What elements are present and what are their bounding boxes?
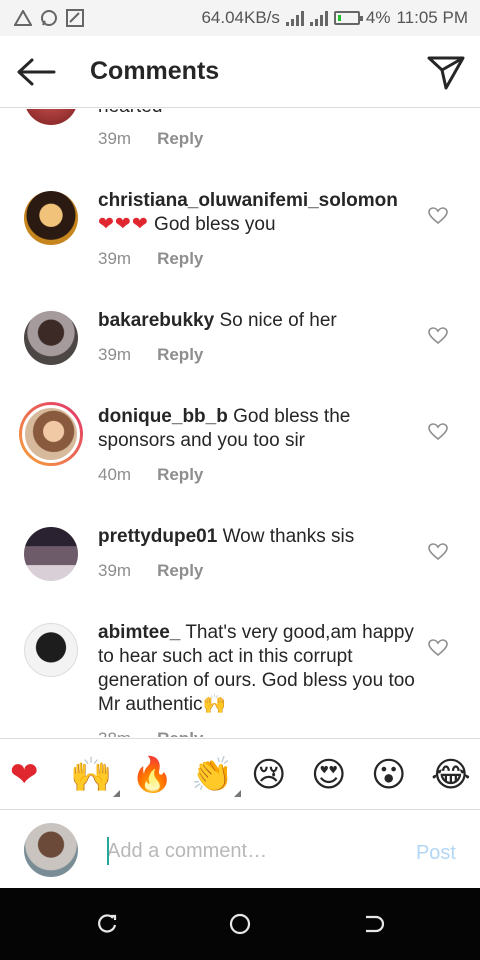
back-nav-icon[interactable] [362,913,384,935]
network-speed: 64.04KB/s [201,8,280,27]
comment-item: abimtee_ That's very good,am happy to he… [0,621,480,737]
skin-tone-indicator [113,790,121,797]
comment-item: bakarebukky So nice of her 39m Reply [0,309,480,389]
skin-tone-indicator [234,790,242,797]
post-button[interactable]: Post [416,842,456,865]
comment-meta: 38m Reply [98,729,203,737]
comment-time: 39m [98,561,132,580]
signal-icon-2 [309,10,328,26]
emoji-clapping-hands[interactable]: 👏 [191,755,242,797]
comment-username[interactable]: prettydupe01 [98,526,217,547]
avatar-story-ring[interactable] [19,402,83,466]
whatsapp-icon [41,10,57,26]
comment-meta: 39m Reply [98,249,203,269]
comment-body: Wow thanks sis [222,526,355,547]
comment-time: 39m [98,249,132,268]
screenshot-icon [66,9,84,27]
emoji-surprised-face[interactable]: 😮 [371,755,406,795]
emoji-glyph: 👏 [191,755,234,795]
reply-button[interactable]: Reply [157,345,203,364]
page-title: Comments [90,57,220,85]
comment-meta: 39m Reply [98,345,203,365]
comment-username[interactable]: abimtee_ [98,622,180,643]
reply-button[interactable]: Reply [157,129,203,148]
heart-outline-icon[interactable] [428,543,448,561]
heart-outline-icon[interactable] [428,327,448,345]
emoji-raising-hands[interactable]: 🙌 [70,755,121,797]
avatar[interactable] [24,527,78,581]
reply-button[interactable]: Reply [157,465,203,484]
comment-input[interactable] [107,837,397,865]
paper-plane-icon[interactable] [426,52,466,92]
comment-time: 39m [98,129,132,148]
comment-username[interactable]: bakarebukky [98,310,214,331]
avatar[interactable] [24,191,78,245]
emoji-heart-eyes[interactable]: 😍 [311,755,346,795]
system-nav-bar [0,888,480,960]
comment-meta: 40m Reply [98,465,203,485]
emoji-red-heart[interactable]: ❤ [10,755,39,795]
heart-outline-icon[interactable] [428,423,448,441]
comment-item: donique_bb_b God bless the sponsors and … [0,402,480,505]
emoji-glyph: 🙌 [70,755,113,795]
comment-text: hearted [98,109,418,119]
battery-icon [333,11,363,25]
avatar[interactable] [24,623,78,677]
comment-text: bakarebukky So nice of her [98,309,418,333]
comment-meta: 39m Reply [98,561,203,581]
comment-composer: Post [0,811,480,888]
status-bar: 64.04KB/s 4% 11:05 PM [0,0,480,36]
avatar[interactable] [24,311,78,365]
comment-time: 39m [98,345,132,364]
comment-time: 38m [98,729,131,737]
reply-button[interactable]: Reply [157,249,203,268]
comments-list[interactable]: hearted 39m Reply christiana_oluwanifemi_… [0,109,480,737]
emoji-tears-of-joy[interactable]: 😂 [431,755,471,795]
emoji-fire[interactable]: 🔥 [131,755,173,795]
comment-body: So nice of her [219,310,337,331]
arrow-left-icon[interactable] [14,54,58,90]
triangle-alert-icon [14,10,32,26]
comment-meta: 39m Reply [98,129,203,149]
avatar [22,405,80,463]
recent-apps-icon[interactable] [96,913,118,935]
current-user-avatar [24,823,78,877]
comment-item: prettydupe01 Wow thanks sis 39m Reply [0,525,480,605]
clock: 11:05 PM [396,8,468,27]
comment-username[interactable]: donique_bb_b [98,406,228,427]
comment-text: abimtee_ That's very good,am happy to he… [98,621,418,717]
battery-percent: 4% [365,8,391,27]
heart-outline-icon[interactable] [428,207,448,225]
avatar[interactable] [24,109,78,125]
reply-button[interactable]: Reply [157,729,203,737]
comment-text: donique_bb_b God bless the sponsors and … [98,405,418,453]
system-status: 64.04KB/s 4% 11:05 PM [201,8,468,28]
comment-body: God bless you [154,214,276,235]
emoji-bar: ❤ 🙌 🔥 👏 😢 😍 😮 😂 [0,738,480,810]
comment-text: christiana_oluwanifemi_solomon ❤❤❤ God b… [98,189,418,237]
red-hearts-emoji: ❤❤❤ [98,214,149,235]
notification-icons [14,9,84,27]
comment-item: hearted 39m Reply [0,109,480,169]
text-cursor [107,837,109,865]
reply-button[interactable]: Reply [157,561,203,580]
comment-item: christiana_oluwanifemi_solomon ❤❤❤ God b… [0,189,480,289]
comment-time: 40m [98,465,132,484]
home-icon[interactable] [228,912,252,936]
comment-text: prettydupe01 Wow thanks sis [98,525,418,549]
heart-outline-icon[interactable] [428,639,448,657]
app-header: Comments [0,36,480,108]
signal-icon [285,10,304,26]
emoji-crying-face[interactable]: 😢 [251,755,286,795]
comment-username[interactable]: christiana_oluwanifemi_solomon [98,190,398,211]
